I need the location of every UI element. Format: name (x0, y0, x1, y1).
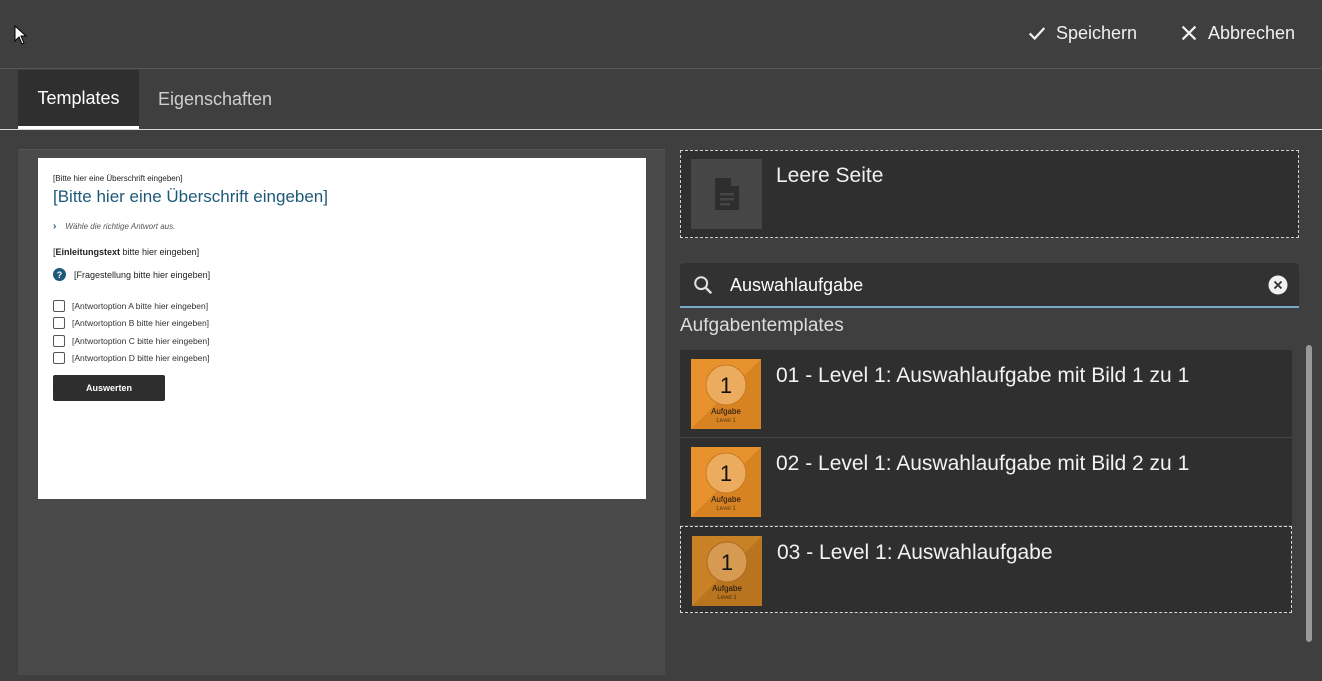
checkbox-icon (53, 299, 65, 312)
badge-title: Aufgabe (711, 495, 741, 504)
close-icon (1181, 25, 1197, 41)
results-scrollbar[interactable] (1306, 345, 1312, 642)
checkmark-icon (1028, 27, 1046, 41)
preview-option: [Antwortoption C bitte hier eingeben] (53, 332, 210, 350)
template-thumbnail: 1 Aufgabe Level 1 (692, 536, 762, 606)
badge-number: 1 (720, 461, 732, 486)
preview-option: [Antwortoption D bitte hier eingeben] (53, 350, 210, 368)
preview-option: [Antwortoption A bitte hier eingeben] (53, 297, 210, 315)
preview-small-heading: [Bitte hier eine Überschrift eingeben] (53, 174, 183, 183)
preview-hint-text: Wähle die richtige Antwort aus. (65, 222, 176, 231)
template-label: 02 - Level 1: Auswahlaufgabe mit Bild 2 … (776, 452, 1190, 475)
preview-option-label: [Antwortoption A bitte hier eingeben] (72, 300, 209, 311)
checkbox-icon (53, 317, 65, 330)
save-button-label: Speichern (1056, 22, 1138, 43)
top-toolbar: Speichern Abbrechen (0, 0, 1322, 69)
level-badge-icon: 1 Aufgabe Level 1 (692, 536, 762, 606)
tab-eigenschaften-label: Eigenschaften (157, 89, 273, 109)
preview-intro: [Einleitungstext bitte hier eingeben] (53, 247, 199, 257)
preview-option: [Antwortoption B bitte hier eingeben] (53, 315, 210, 333)
preview-question-text: [Fragestellung bitte hier eingeben] (74, 269, 211, 280)
preview-option-label: [Antwortoption B bitte hier eingeben] (72, 318, 210, 329)
preview-option-label: [Antwortoption D bitte hier eingeben] (72, 353, 210, 364)
list-item[interactable]: 1 Aufgabe Level 1 02 - Level 1: Auswahla… (680, 438, 1292, 526)
preview-title: [Bitte hier eine Überschrift eingeben] (53, 187, 328, 206)
checkbox-icon (53, 334, 65, 347)
cancel-button-label: Abbrechen (1208, 22, 1296, 43)
template-search (680, 263, 1299, 308)
badge-number: 1 (720, 373, 732, 398)
blank-page-label: Leere Seite (776, 164, 884, 187)
tab-eigenschaften[interactable]: Eigenschaften (145, 70, 285, 129)
badge-sub: Level 1 (716, 418, 736, 424)
preview-intro-bold: Einleitungstext (55, 247, 121, 257)
blank-page-thumbnail (691, 159, 762, 229)
preview-hint: › Wähle die richtige Antwort aus. (53, 221, 175, 232)
question-mark-icon: ? (53, 268, 66, 281)
save-button[interactable]: Speichern (1026, 20, 1137, 46)
list-item[interactable]: 1 Aufgabe Level 1 01 - Level 1: Auswahla… (680, 350, 1292, 438)
clear-search-icon[interactable] (1268, 275, 1288, 295)
badge-sub: Level 1 (717, 595, 737, 601)
badge-title: Aufgabe (711, 407, 741, 416)
preview-option-label: [Antwortoption C bitte hier eingeben] (72, 335, 210, 346)
template-label: 01 - Level 1: Auswahlaufgabe mit Bild 1 … (776, 364, 1190, 387)
badge-sub: Level 1 (716, 506, 736, 512)
tab-templates[interactable]: Templates (18, 70, 139, 129)
list-item[interactable]: 1 Aufgabe Level 1 03 - Level 1: Auswahla… (680, 526, 1292, 613)
level-badge-icon: 1 Aufgabe Level 1 (691, 359, 761, 429)
preview-options: [Antwortoption A bitte hier eingeben] [A… (53, 297, 210, 367)
template-label: 03 - Level 1: Auswahlaufgabe (777, 541, 1053, 564)
preview-question: ? [Fragestellung bitte hier eingeben] (53, 268, 210, 281)
mouse-pointer-icon (14, 25, 28, 45)
badge-title: Aufgabe (712, 584, 742, 593)
search-input[interactable] (730, 271, 1250, 299)
section-title-text: Aufgabentemplates (680, 318, 844, 336)
checkbox-icon (53, 352, 65, 365)
preview-intro-rest: bitte hier eingeben] (120, 247, 200, 257)
section-title: Aufgabentemplates (680, 318, 844, 342)
template-preview-document: [Bitte hier eine Überschrift eingeben] [… (38, 158, 646, 499)
search-icon (694, 276, 713, 295)
template-thumbnail: 1 Aufgabe Level 1 (691, 447, 761, 517)
template-preview-panel: [Bitte hier eine Überschrift eingeben] [… (18, 149, 665, 675)
tab-bar: Templates Eigenschaften (0, 70, 1322, 130)
template-thumbnail: 1 Aufgabe Level 1 (691, 359, 761, 429)
chevron-right-icon: › (53, 221, 57, 232)
tab-templates-label: Templates (37, 87, 120, 108)
level-badge-icon: 1 Aufgabe Level 1 (691, 447, 761, 517)
cancel-button[interactable]: Abbrechen (1178, 20, 1295, 46)
blank-page-template[interactable]: Leere Seite (680, 150, 1299, 238)
badge-number: 1 (721, 550, 733, 575)
document-icon (714, 178, 739, 210)
preview-evaluate-button: Auswerten (53, 375, 165, 401)
template-results-list: 1 Aufgabe Level 1 01 - Level 1: Auswahla… (680, 350, 1292, 613)
